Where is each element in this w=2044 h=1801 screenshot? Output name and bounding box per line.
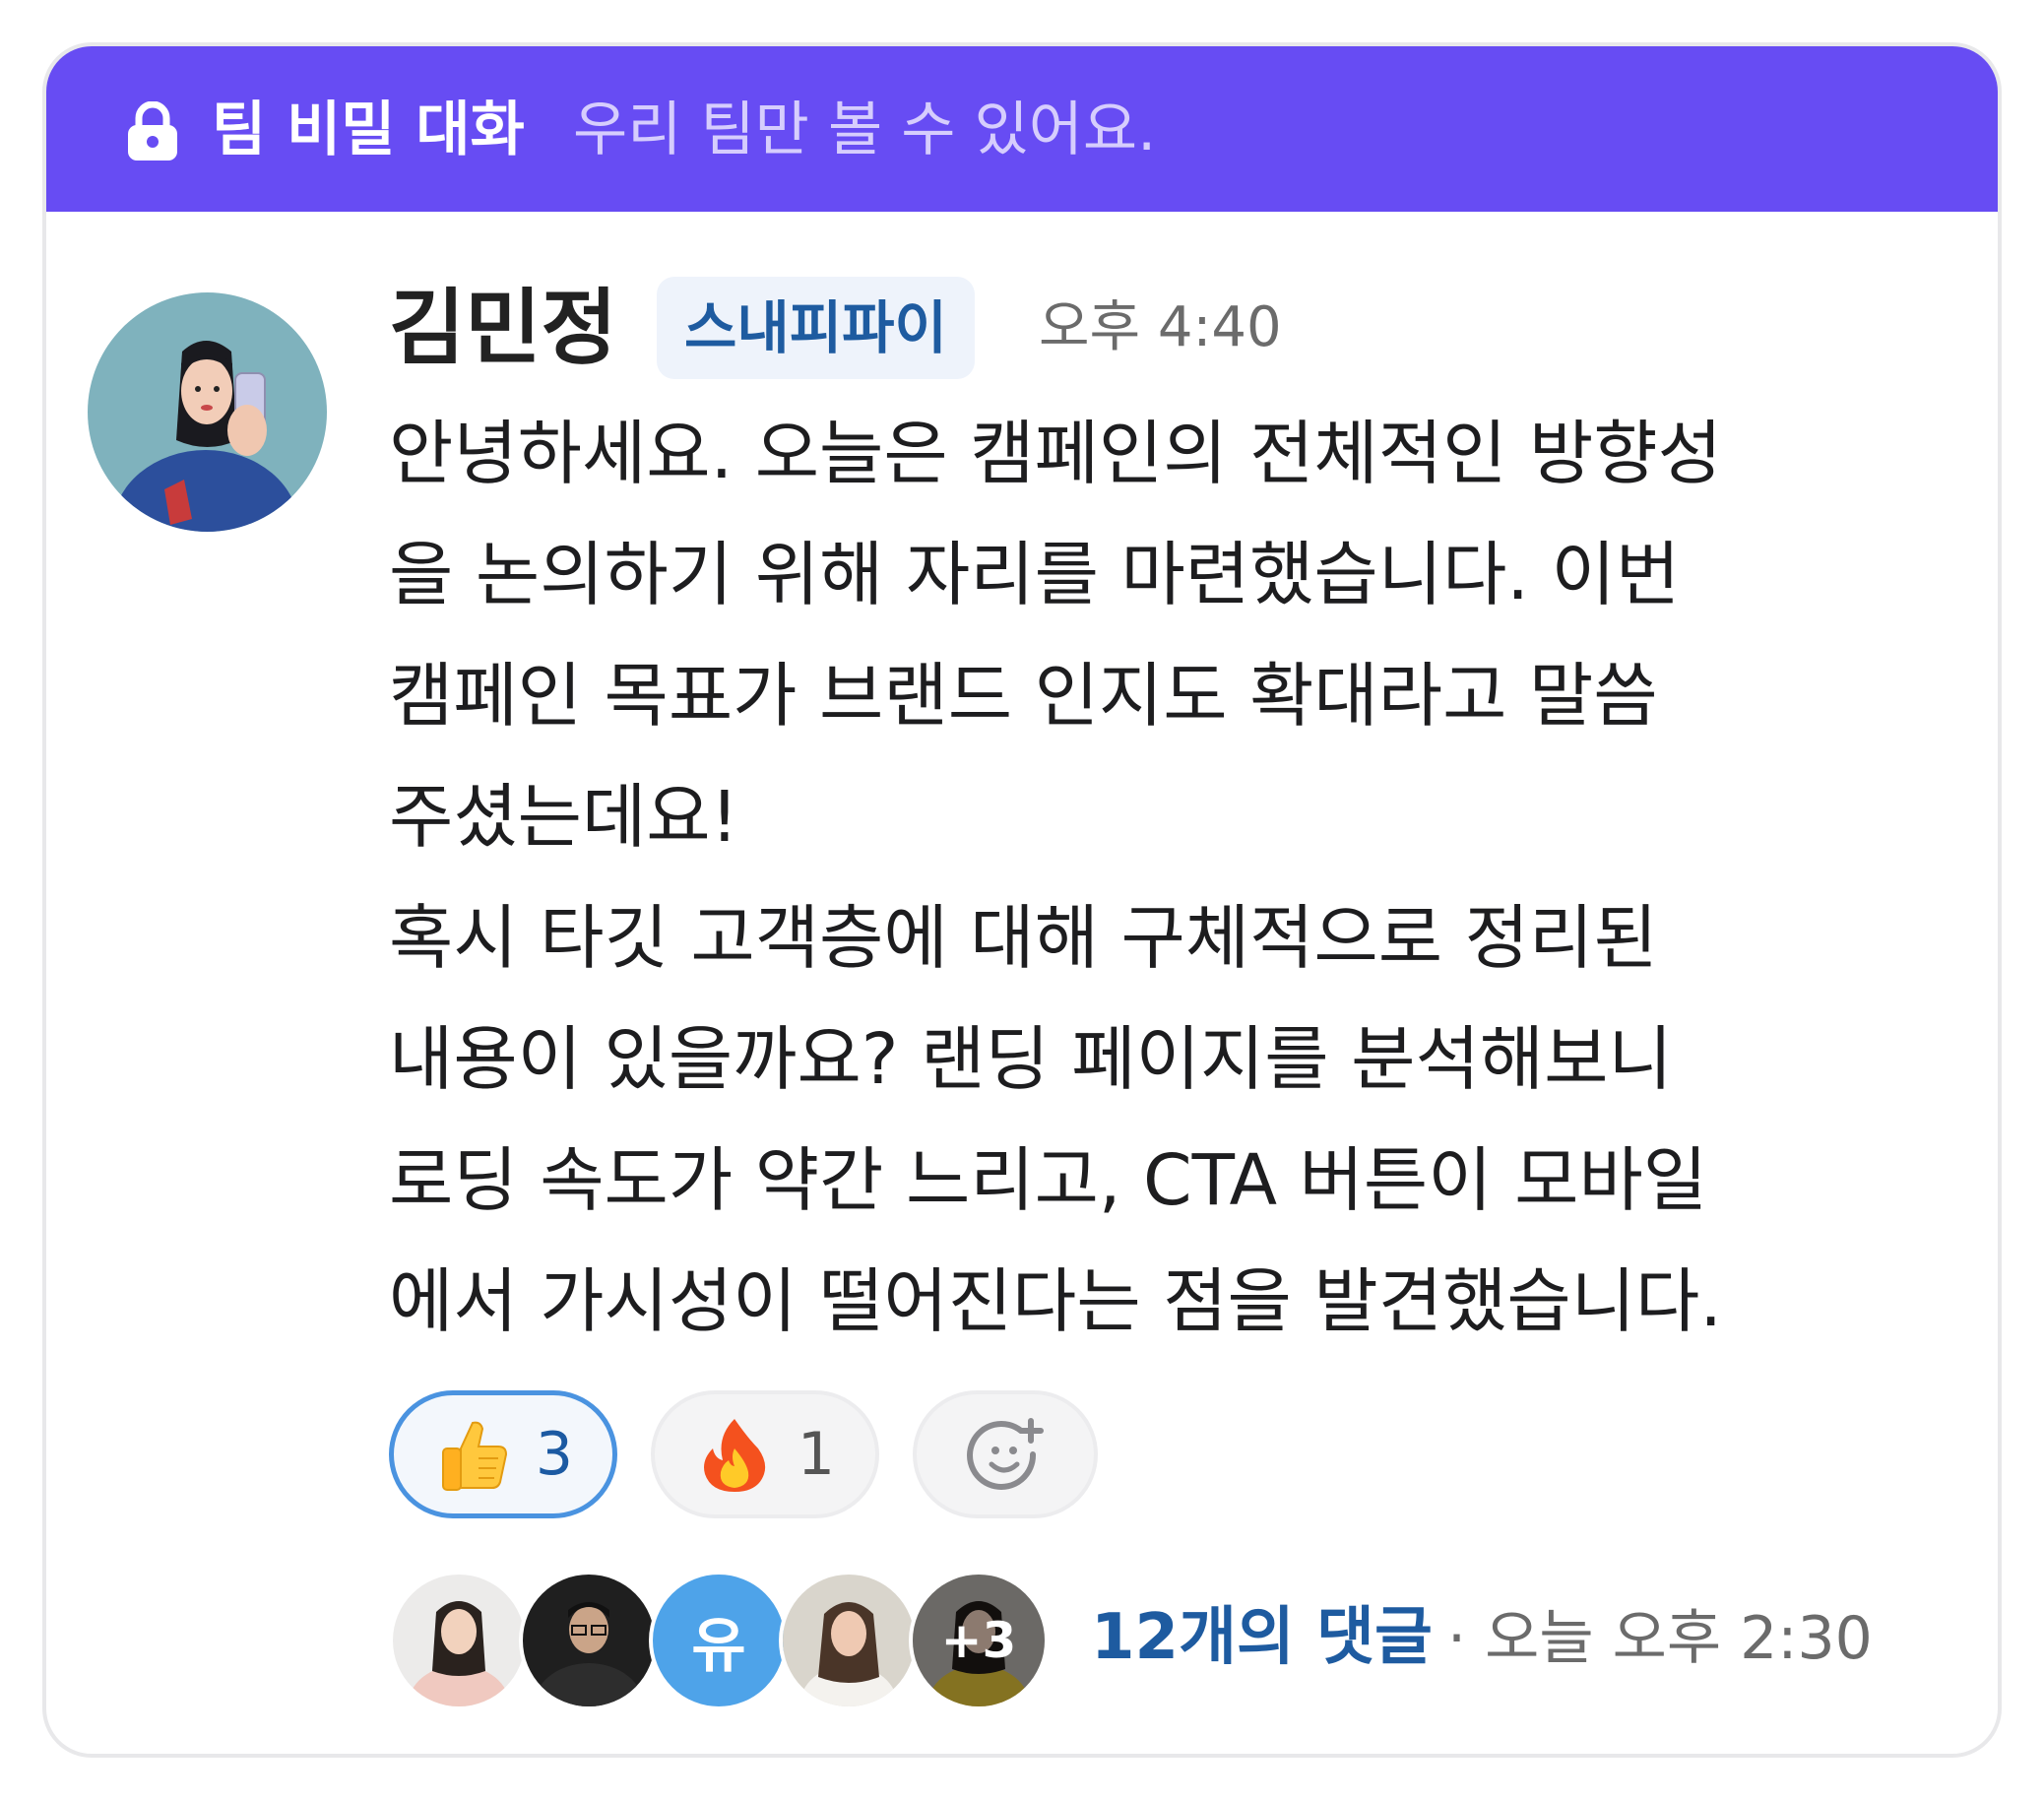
message-line: 안녕하세요. 오늘은 캠페인의 전체적인 방향성 [389,413,1722,494]
reaction-count: 1 [797,1420,836,1489]
reactions-bar: 3 1 [389,1390,1098,1518]
message-line: 을 논의하기 위해 자리를 마련했습니다. 이번 [389,534,1681,615]
message-line: 캠페인 목표가 브랜드 인지도 확대라고 말씀 [389,655,1658,737]
comments-link[interactable]: 12개의 댓글 [1091,1590,1433,1685]
participant-avatar [389,1571,529,1710]
last-reply-time: · 오늘 오후 2:30 [1447,1604,1873,1673]
fire-icon [703,1419,766,1492]
secret-conversation-banner: 팀 비밀 대화 우리 팀만 볼 수 있어요. [46,46,1998,212]
message-line: 로딩 속도가 약간 느리고, CTA 버튼이 모바일 [389,1139,1708,1221]
message-line: 주셨는데요! [389,776,739,858]
banner-subtitle: 우리 팀만 볼 수 있어요. [573,96,1157,164]
reaction-thumbs-up[interactable]: 3 [389,1390,617,1518]
reaction-count: 3 [535,1420,574,1489]
message-body: 안녕하세요. 오늘은 캠페인의 전체적인 방향성 을 논의하기 위해 자리를 마… [389,393,1984,1362]
organization-badge: 스내피파이 [657,277,975,379]
message-line: 내용이 있을까요? 랜딩 페이지를 분석해보니 [389,1018,1673,1100]
participant-avatar-more: +3 [909,1571,1049,1710]
author-avatar[interactable] [88,292,327,532]
participant-initial-avatar: 유 [649,1571,789,1710]
author-name[interactable]: 김민정 [389,269,617,387]
participant-avatar [779,1571,919,1710]
message-line: 혹시 타깃 고객층에 대해 구체적으로 정리된 [389,897,1658,979]
add-reaction-button[interactable] [913,1390,1098,1518]
thread-participants[interactable]: 유 +3 [389,1571,1058,1710]
more-participants-count: +3 [913,1575,1045,1706]
message-timestamp: 오후 4:40 [1039,295,1282,359]
lock-icon [128,101,177,161]
participant-avatar [519,1571,659,1710]
message-card: 팀 비밀 대화 우리 팀만 볼 수 있어요. 김민정 스내피파이 오후 4:40… [42,42,2002,1758]
banner-title: 팀 비밀 대화 [212,96,525,164]
add-emoji-icon [967,1418,1044,1490]
thumbs-up-icon [441,1421,507,1491]
message-line: 에서 가시성이 떨어진다는 점을 발견했습니다. [389,1260,1722,1342]
reaction-fire[interactable]: 1 [651,1390,879,1518]
